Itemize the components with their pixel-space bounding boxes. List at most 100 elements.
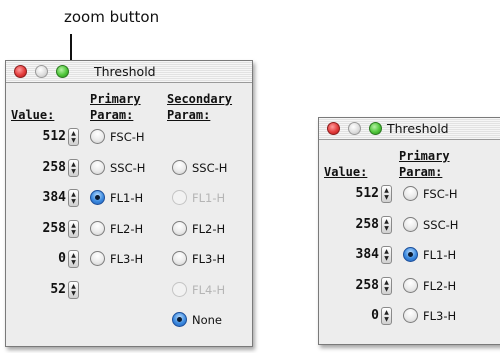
stepper-up-arrow-icon[interactable]: ▲ — [383, 218, 390, 225]
zoom-button[interactable] — [369, 122, 382, 135]
threshold-window-collapsed: Threshold Primary Value: Param: 512 ▲ ▼ FSC… — [318, 117, 500, 345]
radio-indicator — [403, 277, 418, 293]
radio-indicator — [172, 281, 187, 297]
radio-label: FL2-H — [423, 278, 457, 293]
threshold-row: 258 ▲ ▼ FL2-H — [319, 276, 500, 296]
value-stepper[interactable]: ▲ ▼ — [381, 215, 392, 234]
stepper-up-arrow-icon[interactable]: ▲ — [70, 191, 77, 198]
radio-label: FL1-H — [110, 191, 144, 205]
threshold-row: None — [6, 310, 252, 330]
threshold-row: 52 ▲ ▼ FL4-H — [6, 280, 252, 300]
window-titlebar[interactable]: Threshold — [319, 118, 500, 140]
value-stepper[interactable]: ▲ ▼ — [381, 185, 392, 203]
radio-indicator — [90, 190, 105, 205]
radio-indicator — [90, 251, 105, 266]
threshold-value: 512 — [355, 186, 379, 201]
value-header: Value: — [324, 165, 368, 179]
threshold-value: 384 — [42, 190, 66, 205]
radio-indicator — [403, 308, 418, 323]
value-stepper[interactable]: ▲ ▼ — [68, 128, 79, 146]
value-stepper[interactable]: ▲ ▼ — [68, 219, 79, 238]
radio-label: SSC-H — [423, 217, 459, 232]
value-stepper[interactable]: ▲ ▼ — [68, 158, 79, 177]
stepper-up-arrow-icon[interactable]: ▲ — [383, 248, 390, 255]
primary-param-header-line2: Param: — [399, 165, 443, 179]
radio-label: FL2-H — [192, 221, 226, 236]
radio-label: None — [192, 313, 223, 327]
threshold-window-expanded: Threshold Primary Secondary Value: Param… — [5, 60, 253, 347]
stepper-down-arrow-icon[interactable]: ▼ — [383, 225, 390, 232]
threshold-row: 384 ▲ ▼ FL1-H FL1-H — [6, 188, 252, 208]
stepper-down-arrow-icon[interactable]: ▼ — [70, 137, 77, 144]
stepper-down-arrow-icon[interactable]: ▼ — [70, 198, 77, 205]
stepper-down-arrow-icon[interactable]: ▼ — [383, 286, 390, 293]
stepper-up-arrow-icon[interactable]: ▲ — [70, 252, 77, 259]
radio-indicator — [403, 186, 418, 201]
zoom-button[interactable] — [56, 65, 69, 78]
radio-indicator — [172, 159, 187, 175]
stepper-down-arrow-icon[interactable]: ▼ — [70, 168, 77, 175]
stepper-up-arrow-icon[interactable]: ▲ — [383, 279, 390, 286]
stepper-up-arrow-icon[interactable]: ▲ — [383, 309, 390, 316]
threshold-row: 258 ▲ ▼ SSC-H — [319, 215, 500, 235]
threshold-value: 52 — [50, 281, 66, 297]
stepper-down-arrow-icon[interactable]: ▼ — [383, 255, 390, 262]
stepper-down-arrow-icon[interactable]: ▼ — [70, 229, 77, 236]
radio-label: FL1-H — [192, 191, 226, 205]
callout-line — [70, 34, 72, 60]
window-titlebar[interactable]: Threshold — [6, 61, 252, 83]
minimize-button[interactable] — [348, 122, 361, 135]
stepper-up-arrow-icon[interactable]: ▲ — [383, 187, 390, 194]
value-stepper[interactable]: ▲ ▼ — [381, 307, 392, 325]
close-button[interactable] — [14, 65, 27, 78]
stepper-down-arrow-icon[interactable]: ▼ — [70, 259, 77, 266]
minimize-button[interactable] — [35, 65, 48, 78]
threshold-row: 258 ▲ ▼ FL2-H FL2-H — [6, 219, 252, 239]
threshold-value: 512 — [42, 129, 66, 144]
threshold-value: 384 — [355, 247, 379, 262]
stepper-down-arrow-icon[interactable]: ▼ — [70, 290, 77, 297]
stepper-up-arrow-icon[interactable]: ▲ — [70, 283, 77, 290]
radio-label: SSC-H — [192, 160, 228, 175]
stepper-down-arrow-icon[interactable]: ▼ — [383, 194, 390, 201]
radio-indicator — [172, 312, 187, 327]
primary-param-header-line1: Primary — [90, 92, 141, 106]
threshold-value: 258 — [355, 216, 379, 232]
window-title: Threshold — [94, 64, 156, 79]
value-stepper[interactable]: ▲ ▼ — [68, 250, 79, 268]
radio-label: FL2-H — [110, 221, 144, 236]
radio-label: FSC-H — [110, 130, 145, 144]
zoom-button-callout-label: zoom button — [64, 8, 160, 26]
value-stepper[interactable]: ▲ ▼ — [68, 280, 79, 299]
window-title: Threshold — [387, 121, 449, 136]
radio-label: FL3-H — [192, 252, 226, 266]
threshold-row: 0 ▲ ▼ FL3-H FL3-H — [6, 249, 252, 269]
radio-indicator — [403, 247, 418, 262]
threshold-value: 258 — [355, 277, 379, 293]
stepper-up-arrow-icon[interactable]: ▲ — [70, 130, 77, 137]
radio-label: SSC-H — [110, 160, 146, 175]
stepper-up-arrow-icon[interactable]: ▲ — [70, 222, 77, 229]
radio-label: FL3-H — [110, 252, 144, 266]
value-stepper[interactable]: ▲ ▼ — [381, 276, 392, 295]
radio-indicator — [172, 190, 187, 205]
value-stepper[interactable]: ▲ ▼ — [381, 246, 392, 264]
secondary-param-header-line1: Secondary — [167, 92, 233, 106]
threshold-row: 512 ▲ ▼ FSC-H — [6, 127, 252, 147]
threshold-row: 0 ▲ ▼ FL3-H — [319, 306, 500, 326]
threshold-row: 512 ▲ ▼ FSC-H — [319, 184, 500, 204]
radio-label: FSC-H — [423, 187, 458, 201]
radio-label: FL4-H — [192, 282, 226, 297]
primary-param-header-line1: Primary — [399, 149, 450, 163]
stepper-up-arrow-icon[interactable]: ▲ — [70, 161, 77, 168]
threshold-value: 0 — [371, 308, 379, 323]
secondary-param-header-line2: Param: — [167, 108, 211, 122]
threshold-row: 258 ▲ ▼ SSC-H SSC-H — [6, 158, 252, 178]
threshold-value: 258 — [42, 159, 66, 175]
radio-indicator — [90, 159, 105, 175]
radio-label: FL3-H — [423, 309, 457, 323]
value-stepper[interactable]: ▲ ▼ — [68, 189, 79, 207]
close-button[interactable] — [327, 122, 340, 135]
stepper-down-arrow-icon[interactable]: ▼ — [383, 316, 390, 323]
radio-indicator — [172, 251, 187, 266]
